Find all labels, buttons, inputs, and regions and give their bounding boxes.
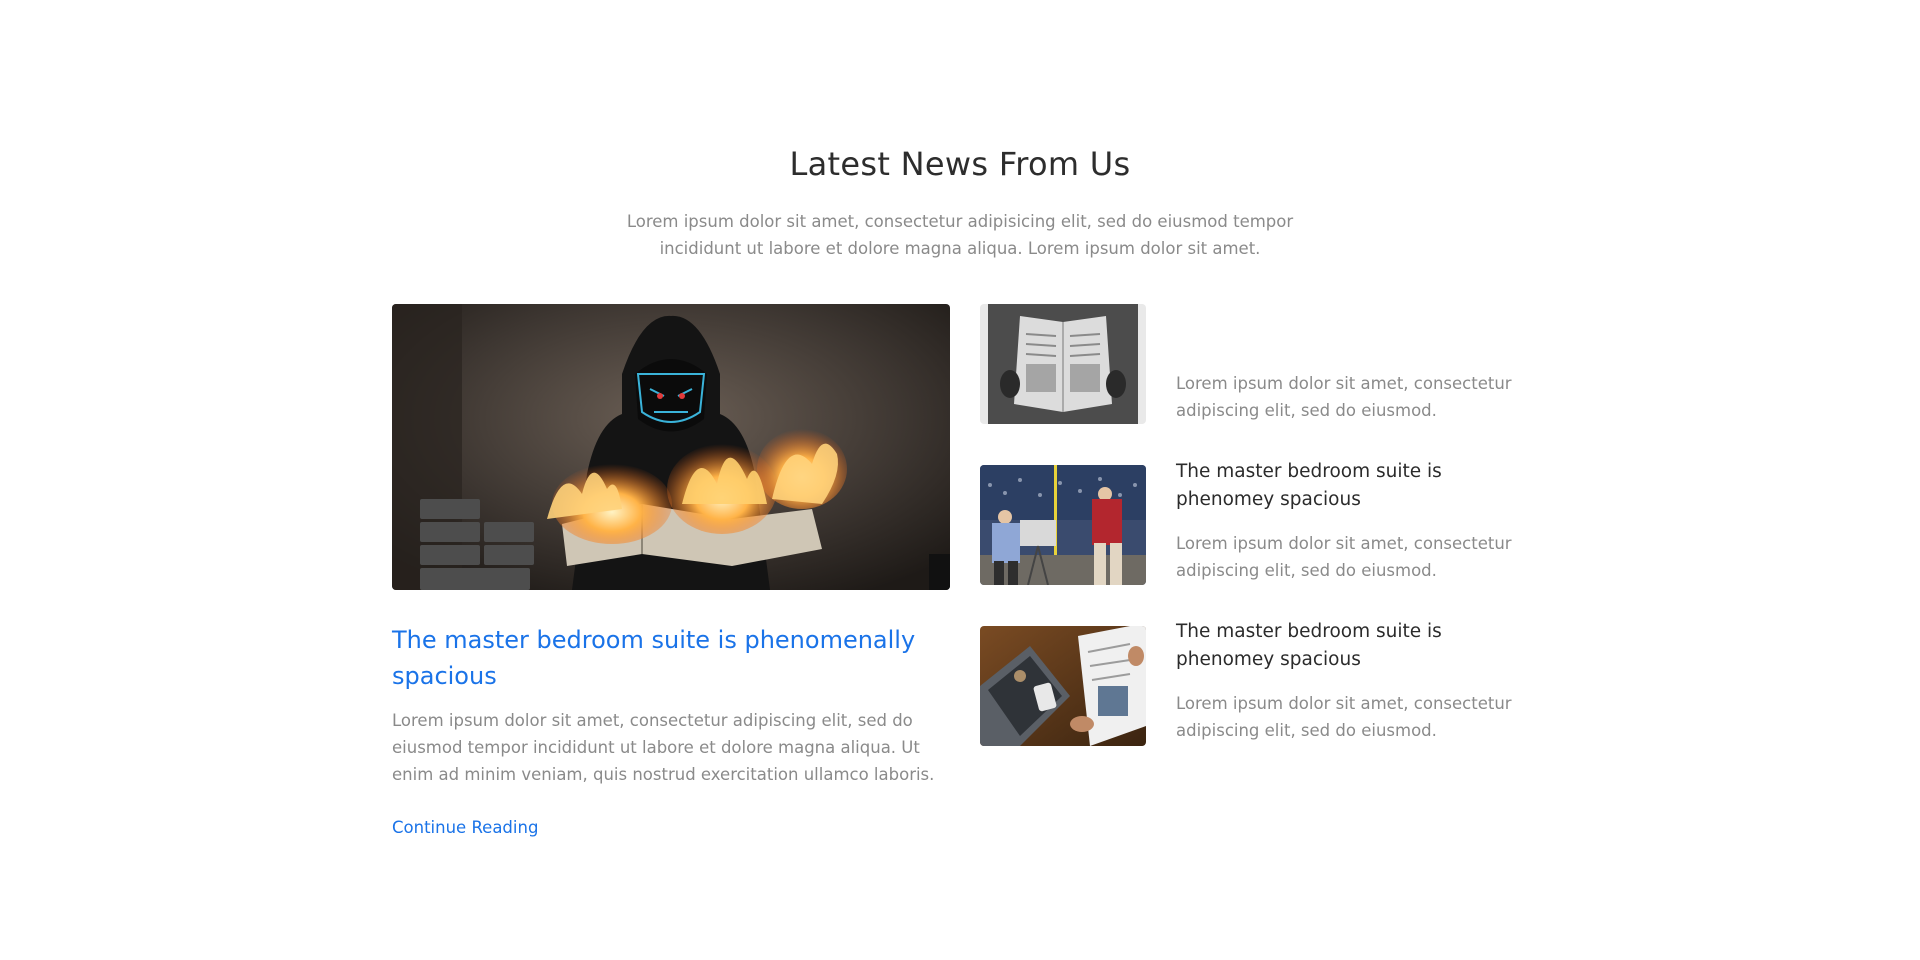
side-post-1-image[interactable] (980, 304, 1146, 424)
person-reading-newspaper-icon (980, 304, 1146, 424)
featured-post-excerpt: Lorem ipsum dolor sit amet, consectetur … (392, 711, 935, 784)
section-subtitle: Lorem ipsum dolor sit amet, consectetur … (626, 212, 1294, 258)
side-post-3-image[interactable] (980, 626, 1146, 746)
hooded-man-burning-newspaper-icon (392, 304, 950, 590)
side-post-2-image[interactable] (980, 465, 1146, 585)
business-newspaper-laptop-icon (980, 626, 1146, 746)
stadium-camera-crew-icon (980, 465, 1146, 585)
side-post-2-title[interactable]: The master bedroom suite is phenomey spa… (1176, 458, 1536, 514)
side-post-3-excerpt: Lorem ipsum dolor sit amet, consectetur … (1176, 694, 1512, 740)
featured-post-title[interactable]: The master bedroom suite is phenomenally… (392, 622, 932, 694)
section-title: Latest News From Us (789, 145, 1131, 183)
side-post-2-excerpt: Lorem ipsum dolor sit amet, consectetur … (1176, 534, 1512, 580)
side-post-1-excerpt: Lorem ipsum dolor sit amet, consectetur … (1176, 374, 1512, 420)
continue-reading-link[interactable]: Continue Reading (392, 816, 538, 840)
featured-post-image[interactable] (392, 304, 950, 590)
side-post-3-title[interactable]: The master bedroom suite is phenomey spa… (1176, 618, 1536, 674)
